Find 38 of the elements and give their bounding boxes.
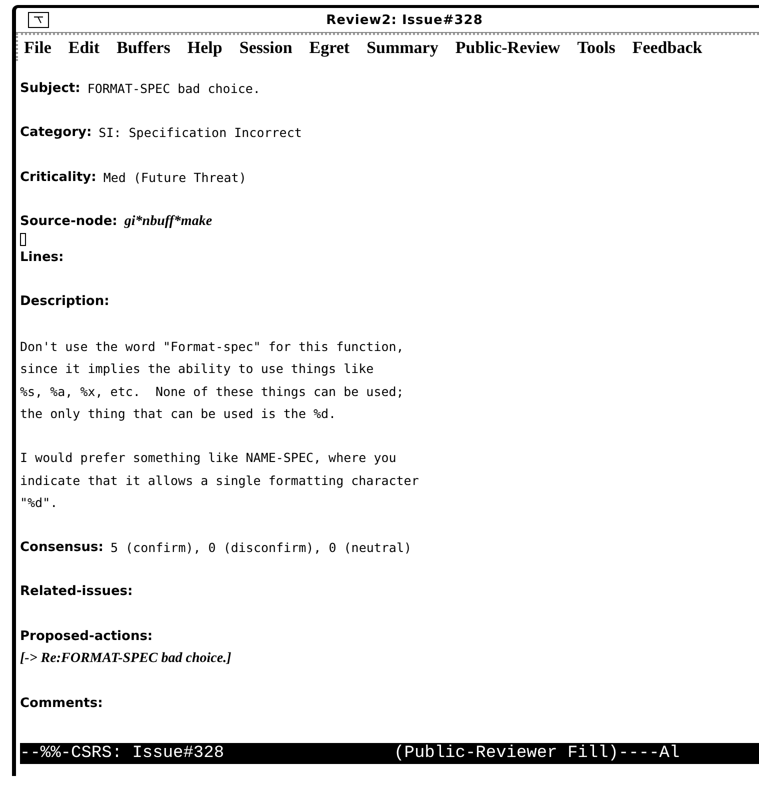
field-value: 5 (confirm), 0 (disconfirm), 0 (neutral) (110, 540, 412, 555)
section-heading: Comments: (20, 696, 103, 711)
window-menu-icon[interactable] (28, 12, 50, 28)
menu-item[interactable]: Edit (68, 38, 100, 58)
field-label: Subject: (20, 80, 80, 96)
mode-line-text: --%%-CSRS: Issue#328 (20, 743, 224, 764)
menu-item[interactable]: File (24, 38, 52, 58)
window-title: Review2: Issue#328 (325, 12, 484, 28)
mode-line-text: (Public-Reviewer Fill)----Al (394, 743, 680, 764)
description-text: I would prefer something like NAME-SPEC, where you (20, 450, 396, 466)
menu-item[interactable]: Summary (366, 38, 438, 58)
field-label: Category: (20, 125, 92, 140)
menu-item[interactable]: Egret (309, 38, 350, 58)
description-text: "%d". (20, 494, 58, 510)
field-value: SI: Specification Incorrect (98, 125, 302, 140)
section-heading: Lines: (20, 250, 64, 265)
section-heading: Related-issues: (20, 584, 133, 600)
text-cursor (20, 233, 26, 246)
description-text: indicate that it allows a single formatting character (20, 472, 419, 488)
menu-item[interactable]: Buffers (116, 38, 170, 58)
menu-item[interactable]: Feedback (632, 38, 702, 58)
field-label: Consensus: (20, 540, 104, 555)
menu-item[interactable]: Public-Review (455, 38, 560, 58)
field-value: FORMAT-SPEC bad choice. (87, 80, 260, 96)
field-label: Criticality: (20, 170, 96, 185)
node-link[interactable]: gi*nbuff*make (124, 214, 212, 230)
description-text: since it implies the ability to use things like (20, 361, 374, 376)
section-heading: Proposed-actions: (20, 628, 153, 644)
description-text: %s, %a, %x, etc. None of these things can be used; (20, 384, 404, 398)
description-text: Don't use the word "Format-spec" for this function, (20, 338, 404, 354)
field-value: Med (Future Threat) (103, 170, 246, 185)
menu-item[interactable]: Help (187, 38, 222, 58)
menu-item[interactable]: Tools (577, 38, 616, 58)
section-heading: Description: (20, 294, 110, 310)
action-link[interactable]: [-> Re:FORMAT-SPEC bad choice.] (20, 650, 232, 667)
description-text: the only thing that can be used is the %d. (20, 406, 336, 421)
field-label: Source-node: (20, 214, 118, 230)
menu-item[interactable]: Session (239, 38, 292, 58)
